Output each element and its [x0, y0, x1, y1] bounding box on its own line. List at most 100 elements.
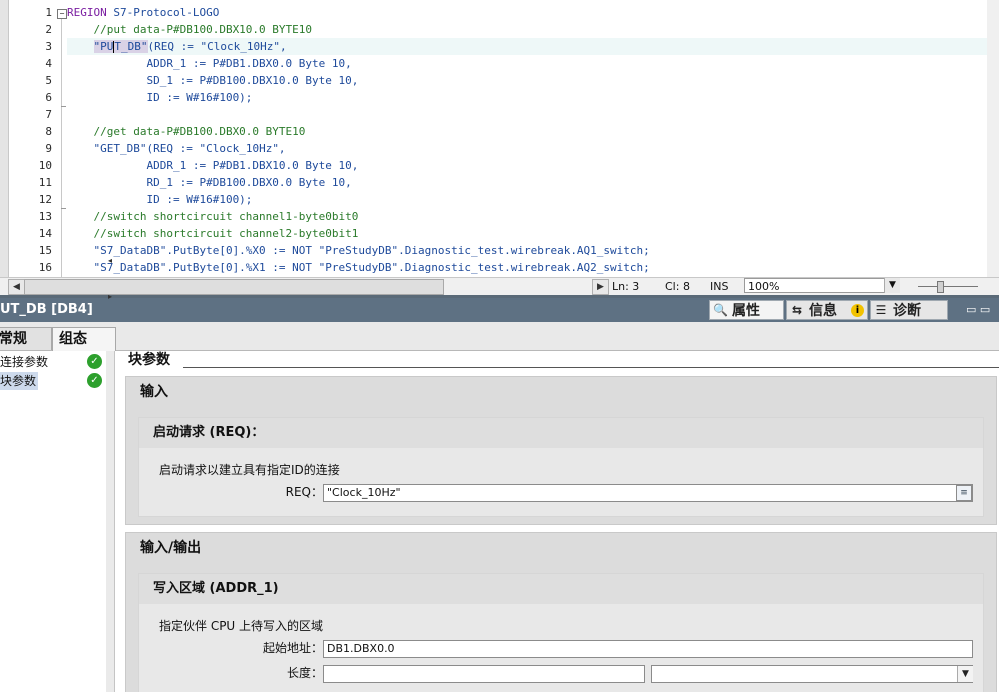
scroll-left-icon[interactable]: ◀ — [8, 279, 25, 295]
chevron-down-icon[interactable]: ▼ — [957, 666, 973, 682]
code-line[interactable]: //switch shortcircuit channel1-byte0bit0 — [67, 208, 358, 225]
line-number: 2 — [45, 23, 52, 36]
tree-splitter[interactable] — [106, 351, 115, 692]
req-label: REQ： — [285, 485, 323, 499]
subgroup-title: 启动请求 (REQ)： — [153, 425, 265, 440]
line-number: 10 — [38, 159, 52, 172]
inout-group: 输入/输出 写入区域 (ADDR_1) 指定伙伴 CPU 上待写入的区域 起始地… — [125, 532, 997, 692]
code-line[interactable]: ADDR_1 := P#DB1.DBX0.0 Byte 10, — [67, 55, 351, 72]
code-line[interactable]: "PUT_DB"(REQ := "Clock_10Hz", — [67, 38, 287, 55]
line-number-gutter: 1 2 3 4 5 6 7 8 9 10 11 12 13 14 15 16 — [9, 0, 57, 277]
code-line[interactable]: "GET_DB"(REQ := "Clock_10Hz", — [67, 140, 286, 157]
scroll-right-icon[interactable]: ▶ — [592, 279, 609, 295]
addr-description: 指定伙伴 CPU 上待写入的区域 — [159, 619, 324, 633]
addr-subgroup: 写入区域 (ADDR_1) 指定伙伴 CPU 上待写入的区域 起始地址： DB1… — [138, 573, 984, 692]
fold-end-tick — [61, 106, 66, 107]
line-number: 14 — [38, 227, 52, 240]
line-number: 4 — [45, 57, 52, 70]
inspector-header: UT_DB [DB4] 🔍 属性 ⇆ 信息 i ☰ 诊断 ▭ ▭ — [0, 298, 999, 322]
grip-icon[interactable]: ◂ — [107, 255, 113, 267]
block-params-panel: 块参数 输入 启动请求 (REQ)： 启动请求以建立具有指定ID的连接 REQ：… — [115, 351, 999, 692]
tab-label: 属性 — [732, 303, 760, 319]
length-input[interactable] — [323, 665, 645, 683]
config-tree: 连接参数 ✓ 块参数 ✓ — [0, 351, 107, 692]
code-line[interactable]: REGION S7-Protocol-LOGO — [67, 4, 219, 21]
column-indicator: Cl: 8 — [665, 280, 690, 293]
line-number: 7 — [45, 108, 52, 121]
code-line[interactable]: ADDR_1 := P#DB1.DBX10.0 Byte 10, — [67, 157, 358, 174]
tab-general[interactable]: 常规 — [0, 327, 52, 350]
tab-info[interactable]: ⇆ 信息 i — [786, 300, 868, 320]
fold-toggle-icon[interactable]: − — [57, 9, 67, 19]
line-number: 13 — [38, 210, 52, 223]
tab-diagnostics[interactable]: ☰ 诊断 — [870, 300, 948, 320]
line-number: 8 — [45, 125, 52, 138]
code-line[interactable]: ID := W#16#100); — [67, 191, 252, 208]
browse-list-icon[interactable]: ≡ — [956, 485, 972, 501]
group-title: 输入 — [140, 384, 168, 400]
code-line[interactable]: ID := W#16#100); — [67, 89, 252, 106]
chevron-down-icon[interactable]: ▼ — [884, 278, 900, 293]
zoom-slider-track[interactable] — [918, 286, 978, 287]
editor-left-margin — [0, 0, 9, 277]
group-title: 输入/输出 — [140, 540, 202, 556]
code-line[interactable]: "S7_DataDB".PutByte[0].%X0 := NOT "PreSt… — [67, 242, 649, 259]
tree-item-connection-params[interactable]: 连接参数 — [0, 353, 50, 371]
req-subgroup: 启动请求 (REQ)： 启动请求以建立具有指定ID的连接 REQ： "Clock… — [138, 417, 984, 517]
fb-call-name: "GET_DB" — [93, 142, 147, 155]
tab-configuration[interactable]: 组态 — [52, 327, 116, 351]
zoom-slider-thumb[interactable] — [937, 281, 944, 293]
horizontal-scroll-thumb[interactable] — [24, 279, 444, 295]
info-badge-icon: i — [851, 304, 864, 317]
keyword: REGION — [67, 6, 107, 19]
code-text: (REQ := "Clock_10Hz", — [147, 40, 287, 53]
editor-vertical-scrollbar[interactable] — [987, 0, 999, 277]
code-line[interactable]: "S7_DataDB".PutByte[0].%X1 := NOT "PreSt… — [67, 259, 649, 276]
fb-call-name: "PUT_DB" — [93, 40, 148, 53]
fb-name-part: "PU — [93, 40, 114, 53]
fold-guide — [61, 17, 62, 277]
length-unit-select[interactable] — [651, 665, 973, 683]
tree-item-label: 连接参数 — [0, 355, 49, 369]
req-input[interactable]: "Clock_10Hz" — [323, 484, 973, 502]
inspector-title: UT_DB [DB4] — [0, 302, 93, 317]
code-editor[interactable]: 1 2 3 4 5 6 7 8 9 10 11 12 13 14 15 16 −… — [0, 0, 999, 277]
input-group: 输入 启动请求 (REQ)： 启动请求以建立具有指定ID的连接 REQ： "Cl… — [125, 376, 997, 525]
code-line[interactable]: //get data-P#DB100.DBX0.0 BYTE10 — [67, 123, 305, 140]
insert-mode-indicator: INS — [710, 280, 729, 293]
line-number: 15 — [38, 244, 52, 257]
subtab-bar: 常规 组态 — [0, 322, 999, 351]
subgroup-title: 写入区域 (ADDR_1) — [153, 581, 279, 596]
code-line[interactable]: //put data-P#DB100.DBX10.0 BYTE10 — [67, 21, 312, 38]
code-text: (REQ := "Clock_10Hz", — [146, 142, 286, 155]
code-line[interactable]: RD_1 := P#DB100.DBX0.0 Byte 10, — [67, 174, 351, 191]
info-panel-icon: ⇆ — [791, 303, 803, 317]
grip-icon[interactable]: ▸ — [107, 291, 113, 303]
section-divider — [183, 367, 999, 368]
tab-label: 信息 — [809, 303, 837, 319]
length-label: 长度： — [286, 666, 323, 680]
line-indicator: Ln: 3 — [612, 280, 640, 293]
fold-end-tick — [61, 208, 66, 209]
tab-label: 诊断 — [893, 303, 921, 319]
code-line[interactable]: SD_1 := P#DB100.DBX10.0 Byte 10, — [67, 72, 358, 89]
tree-item-block-params[interactable]: 块参数 — [0, 372, 38, 390]
check-ok-icon: ✓ — [87, 373, 102, 388]
tree-item-label: 块参数 — [0, 374, 37, 388]
start-address-input[interactable]: DB1.DBX0.0 — [323, 640, 973, 658]
line-number: 16 — [38, 261, 52, 274]
editor-status-bar: ◀ ▶ Ln: 3 Cl: 8 INS 100% ▼ — [0, 277, 999, 295]
zoom-select[interactable]: 100% — [744, 278, 898, 293]
line-number: 12 — [38, 193, 52, 206]
section-title: 块参数 — [128, 352, 170, 368]
window-control-icons[interactable]: ▭ ▭ — [966, 303, 996, 317]
line-number: 11 — [38, 176, 52, 189]
line-number: 1 — [45, 6, 52, 19]
diagnostics-icon: ☰ — [875, 303, 887, 317]
req-description: 启动请求以建立具有指定ID的连接 — [159, 463, 340, 477]
start-address-label: 起始地址： — [262, 641, 323, 655]
code-line[interactable]: //switch shortcircuit channel2-byte0bit1 — [67, 225, 358, 242]
line-number: 3 — [45, 40, 52, 53]
tab-properties[interactable]: 🔍 属性 — [709, 300, 784, 320]
fb-name-part: T_DB" — [114, 40, 148, 53]
